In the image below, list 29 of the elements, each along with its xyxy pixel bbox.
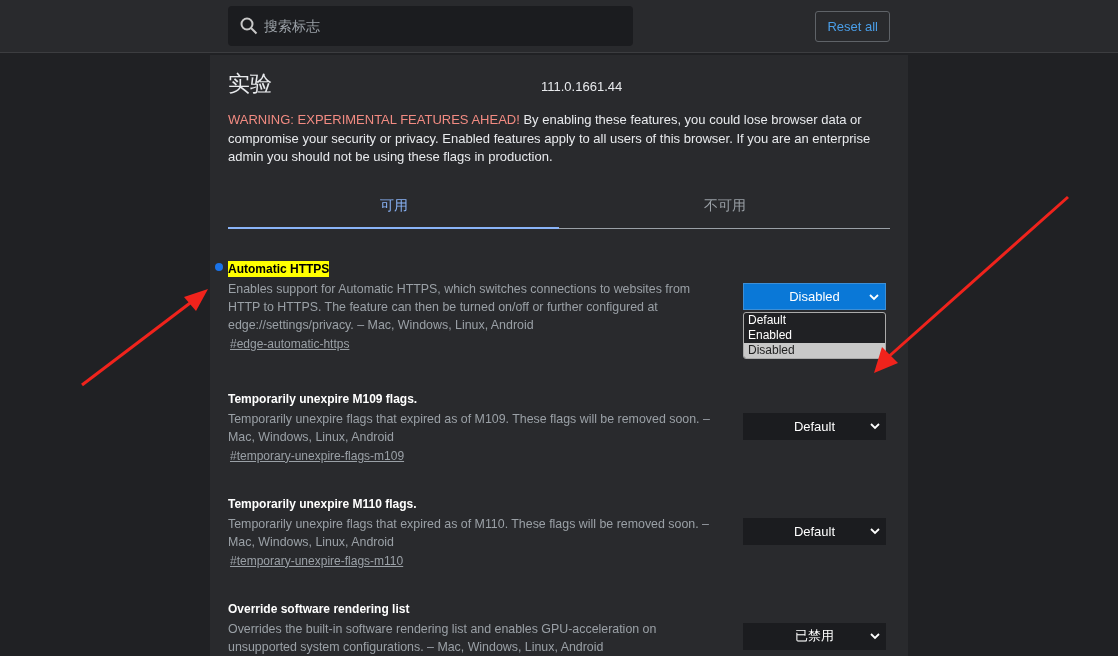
dropdown-option[interactable]: Default [744,312,885,328]
chevron-icon [870,527,880,535]
flag-description: Temporarily unexpire flags that expired as of M110. These flags will be removed soon. – Mac, Windows, Linux, Android [228,515,710,551]
flag-dropdown[interactable]: Default [743,412,886,440]
dropdown-option[interactable]: Disabled [744,342,885,358]
flag-title: Automatic HTTPS [228,260,330,277]
flag-link[interactable]: #edge-automatic-https [230,336,350,351]
tab[interactable]: 可用 [228,186,559,229]
flag-link[interactable]: #temporary-unexpire-flags-m109 [230,448,405,463]
flag-title: Override software rendering list [228,600,410,617]
version-number: 111.0.1661.44 [541,78,623,94]
flag-title: Temporarily unexpire M110 flags. [228,495,417,512]
reset-all-button[interactable]: Reset all [815,10,890,42]
flag-description: Temporarily unexpire flags that expired as of M109. These flags will be removed soon. – Mac, Windows, Linux, Android [228,410,711,446]
page-title: 实验 [228,70,273,98]
chevron-icon [870,632,880,640]
warning-text: WARNING: EXPERIMENTAL FEATURES AHEAD! By enabling these features, you could lose browser data or compromise your security or privacy. Enabled features apply to all users of this browser. If you are an enterprise admin you should not be using these flags in production. [228,111,872,166]
flag-link[interactable]: #temporary-unexpire-flags-m110 [230,553,404,568]
chevron-icon [870,422,880,430]
flag-dropdown[interactable]: Disabled [743,282,886,310]
tab[interactable]: 不可用 [559,186,890,229]
flag-description: Overrides the built-in software rendering list and enables GPU-acceleration on unsupported system configurations. – Mac, Windows, Linux, Android [228,620,658,656]
flag-description: Enables support for Automatic HTTPS, which switches connections to websites from HTTP to HTTPS. The feature can then be turned on/off or further configured at edge://settings/privacy. – Mac, Windows, Linux, Android [228,280,692,334]
search-field[interactable]: 搜索标志 [228,6,633,46]
flag-dropdown[interactable]: 已禁用 [743,622,886,650]
dropdown-option[interactable]: Enabled [744,327,885,343]
flag-dropdown[interactable]: Default [743,517,886,545]
chevron-icon [869,293,879,301]
flag-title: Temporarily unexpire M109 flags. [228,390,418,407]
